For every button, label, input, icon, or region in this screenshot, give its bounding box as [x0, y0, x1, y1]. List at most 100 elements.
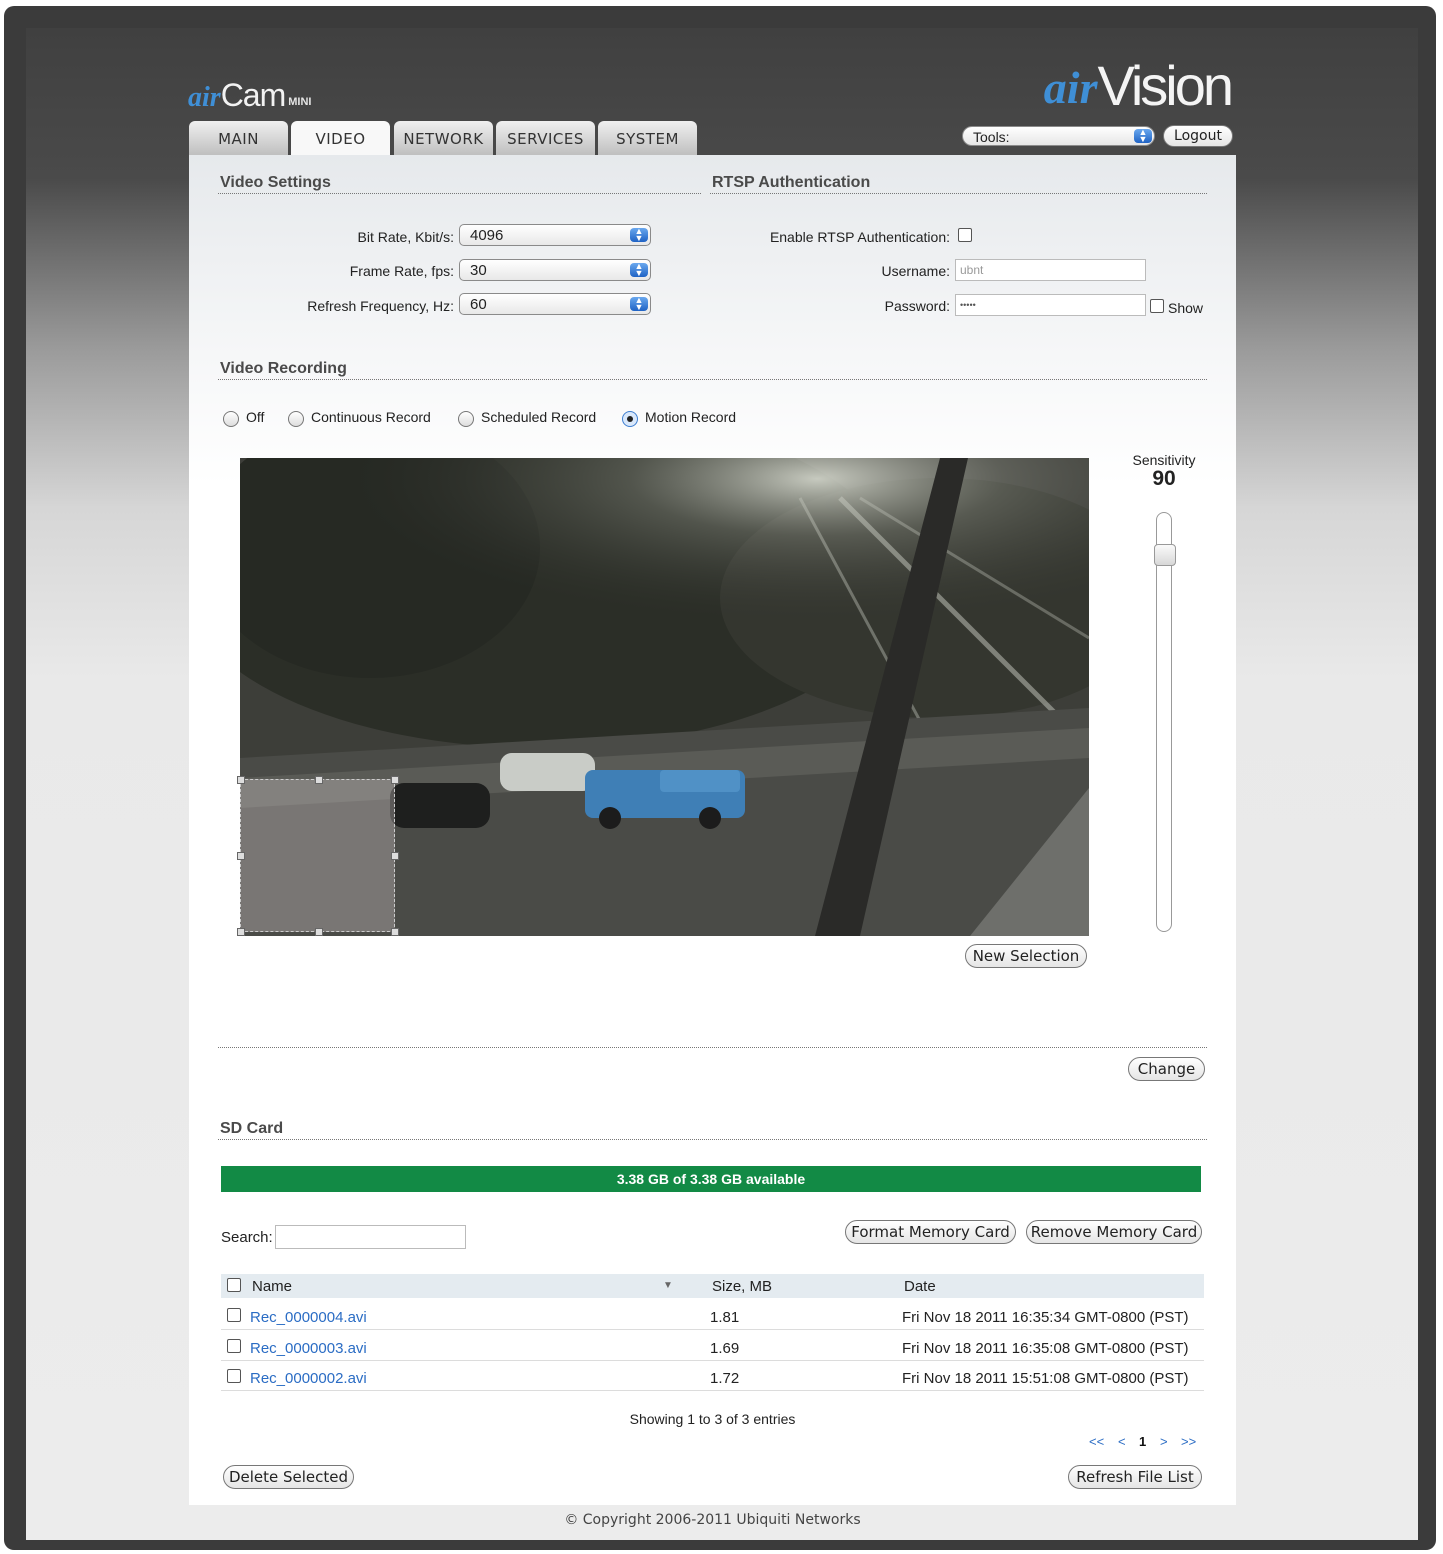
video-settings-title: Video Settings [220, 174, 331, 191]
resize-handle[interactable] [315, 776, 323, 784]
resize-handle[interactable] [391, 928, 399, 936]
tab-system[interactable]: SYSTEM [598, 121, 697, 155]
framerate-value: 30 [470, 262, 487, 279]
row-divider [221, 1390, 1204, 1391]
format-memory-card-button[interactable]: Format Memory Card [845, 1220, 1016, 1244]
resize-handle[interactable] [315, 928, 323, 936]
logo-vendor-vision-text: Vision [1097, 54, 1234, 117]
record-motion-label: Motion Record [645, 409, 737, 425]
sensitivity-value: 90 [1152, 467, 1176, 490]
section-divider [218, 193, 701, 194]
resize-handle[interactable] [237, 852, 245, 860]
logo-mini-text: MINI [288, 96, 312, 108]
sensitivity-label: Sensitivity [1132, 452, 1196, 468]
framerate-label: Frame Rate, fps: [349, 263, 454, 279]
motion-selection-area[interactable] [237, 776, 399, 936]
select-arrows-icon: ▲ ▼ [630, 227, 648, 243]
refresh-frequency-label: Refresh Frequency, Hz: [307, 298, 454, 314]
select-all-checkbox[interactable] [227, 1278, 241, 1292]
bitrate-select[interactable]: 4096 ▲ ▼ [459, 224, 651, 246]
logo-air-text: air [188, 82, 221, 113]
section-divider [218, 1047, 1207, 1048]
record-motion-radio[interactable] [622, 411, 638, 427]
record-scheduled-label: Scheduled Record [481, 409, 597, 425]
refresh-frequency-select[interactable]: 60 ▲ ▼ [459, 293, 651, 315]
file-size: 1.69 [710, 1340, 740, 1357]
section-divider [218, 1139, 1207, 1140]
column-header-name[interactable]: Name [252, 1278, 292, 1295]
username-label: Username: [881, 263, 950, 279]
logout-button[interactable]: Logout [1163, 125, 1233, 147]
video-recording-title: Video Recording [220, 360, 347, 377]
row-checkbox[interactable] [227, 1339, 241, 1353]
resize-handle[interactable] [237, 776, 245, 784]
pager-first[interactable]: << [1089, 1434, 1104, 1449]
refresh-file-list-button[interactable]: Refresh File List [1068, 1465, 1202, 1489]
delete-selected-button[interactable]: Delete Selected [223, 1465, 354, 1489]
row-checkbox[interactable] [227, 1308, 241, 1322]
file-date: Fri Nov 18 2011 16:35:08 GMT-0800 (PST) [902, 1340, 1189, 1357]
pager-last[interactable]: >> [1181, 1434, 1196, 1449]
file-name-link[interactable]: Rec_0000002.avi [250, 1370, 367, 1387]
record-scheduled-radio[interactable] [458, 411, 474, 427]
logo-cam-text: Cam [220, 77, 287, 113]
select-arrows-icon: ▲ ▼ [630, 296, 648, 312]
tab-network[interactable]: NETWORK [394, 121, 493, 155]
tools-select-value: Tools: [973, 129, 1010, 145]
file-size: 1.72 [710, 1370, 740, 1387]
tab-main[interactable]: MAIN [189, 121, 288, 155]
select-arrows-icon: ▲ ▼ [630, 262, 648, 278]
show-password-label: Show [1168, 300, 1204, 316]
resize-handle[interactable] [391, 776, 399, 784]
file-name-link[interactable]: Rec_0000004.avi [250, 1309, 367, 1326]
username-field[interactable]: ubnt [955, 259, 1146, 281]
sensitivity-slider[interactable] [1156, 512, 1172, 932]
tab-services[interactable]: SERVICES [496, 121, 595, 155]
framerate-select[interactable]: 30 ▲ ▼ [459, 259, 651, 281]
remove-memory-card-button[interactable]: Remove Memory Card [1026, 1220, 1202, 1244]
rtsp-enable-checkbox[interactable] [958, 228, 972, 242]
record-continuous-radio[interactable] [288, 411, 304, 427]
show-password-checkbox[interactable] [1150, 299, 1164, 313]
refresh-frequency-value: 60 [470, 296, 487, 313]
resize-handle[interactable] [237, 928, 245, 936]
tools-select[interactable]: Tools: ▲ ▼ [962, 126, 1155, 146]
bitrate-label: Bit Rate, Kbit/s: [357, 229, 454, 245]
sd-card-title: SD Card [220, 1120, 284, 1137]
password-label: Password: [884, 298, 950, 314]
password-field[interactable]: ••••• [955, 294, 1146, 316]
pager-prev[interactable]: < [1118, 1434, 1126, 1449]
section-divider [710, 193, 1207, 194]
copyright-footer: © Copyright 2006-2011 Ubiquiti Networks [564, 1512, 861, 1528]
select-arrows-icon: ▲ ▼ [1134, 128, 1152, 144]
row-checkbox[interactable] [227, 1369, 241, 1383]
search-input[interactable] [275, 1225, 466, 1249]
sensitivity-slider-thumb[interactable] [1154, 544, 1176, 566]
file-date: Fri Nov 18 2011 16:35:34 GMT-0800 (PST) [902, 1309, 1189, 1326]
sd-card-available-bar: 3.38 GB of 3.38 GB available [221, 1166, 1201, 1192]
section-divider [218, 379, 1207, 380]
pager-next[interactable]: > [1160, 1434, 1168, 1449]
table-info-text: Showing 1 to 3 of 3 entries [629, 1411, 796, 1427]
record-off-radio[interactable] [223, 411, 239, 427]
change-button[interactable]: Change [1128, 1057, 1205, 1081]
file-date: Fri Nov 18 2011 15:51:08 GMT-0800 (PST) [902, 1370, 1189, 1387]
tab-video[interactable]: VIDEO [291, 121, 390, 156]
column-header-size[interactable]: Size, MB [712, 1278, 772, 1295]
file-name-link[interactable]: Rec_0000003.avi [250, 1340, 367, 1357]
record-off-label: Off [246, 409, 265, 425]
row-divider [221, 1360, 1204, 1361]
bitrate-value: 4096 [470, 227, 504, 244]
sort-down-icon[interactable]: ▼ [663, 1280, 673, 1291]
new-selection-button[interactable]: New Selection [965, 944, 1087, 968]
logo-vendor-air-text: air [1043, 62, 1098, 113]
column-header-date[interactable]: Date [904, 1278, 936, 1295]
airvision-logo: air Vision [1043, 54, 1234, 117]
row-divider [221, 1329, 1204, 1330]
search-label: Search: [221, 1229, 273, 1246]
rtsp-title: RTSP Authentication [712, 174, 871, 191]
aircam-mini-logo: air Cam MINI [188, 74, 311, 114]
pager-current-page[interactable]: 1 [1139, 1434, 1146, 1449]
record-continuous-label: Continuous Record [311, 409, 431, 425]
resize-handle[interactable] [391, 852, 399, 860]
